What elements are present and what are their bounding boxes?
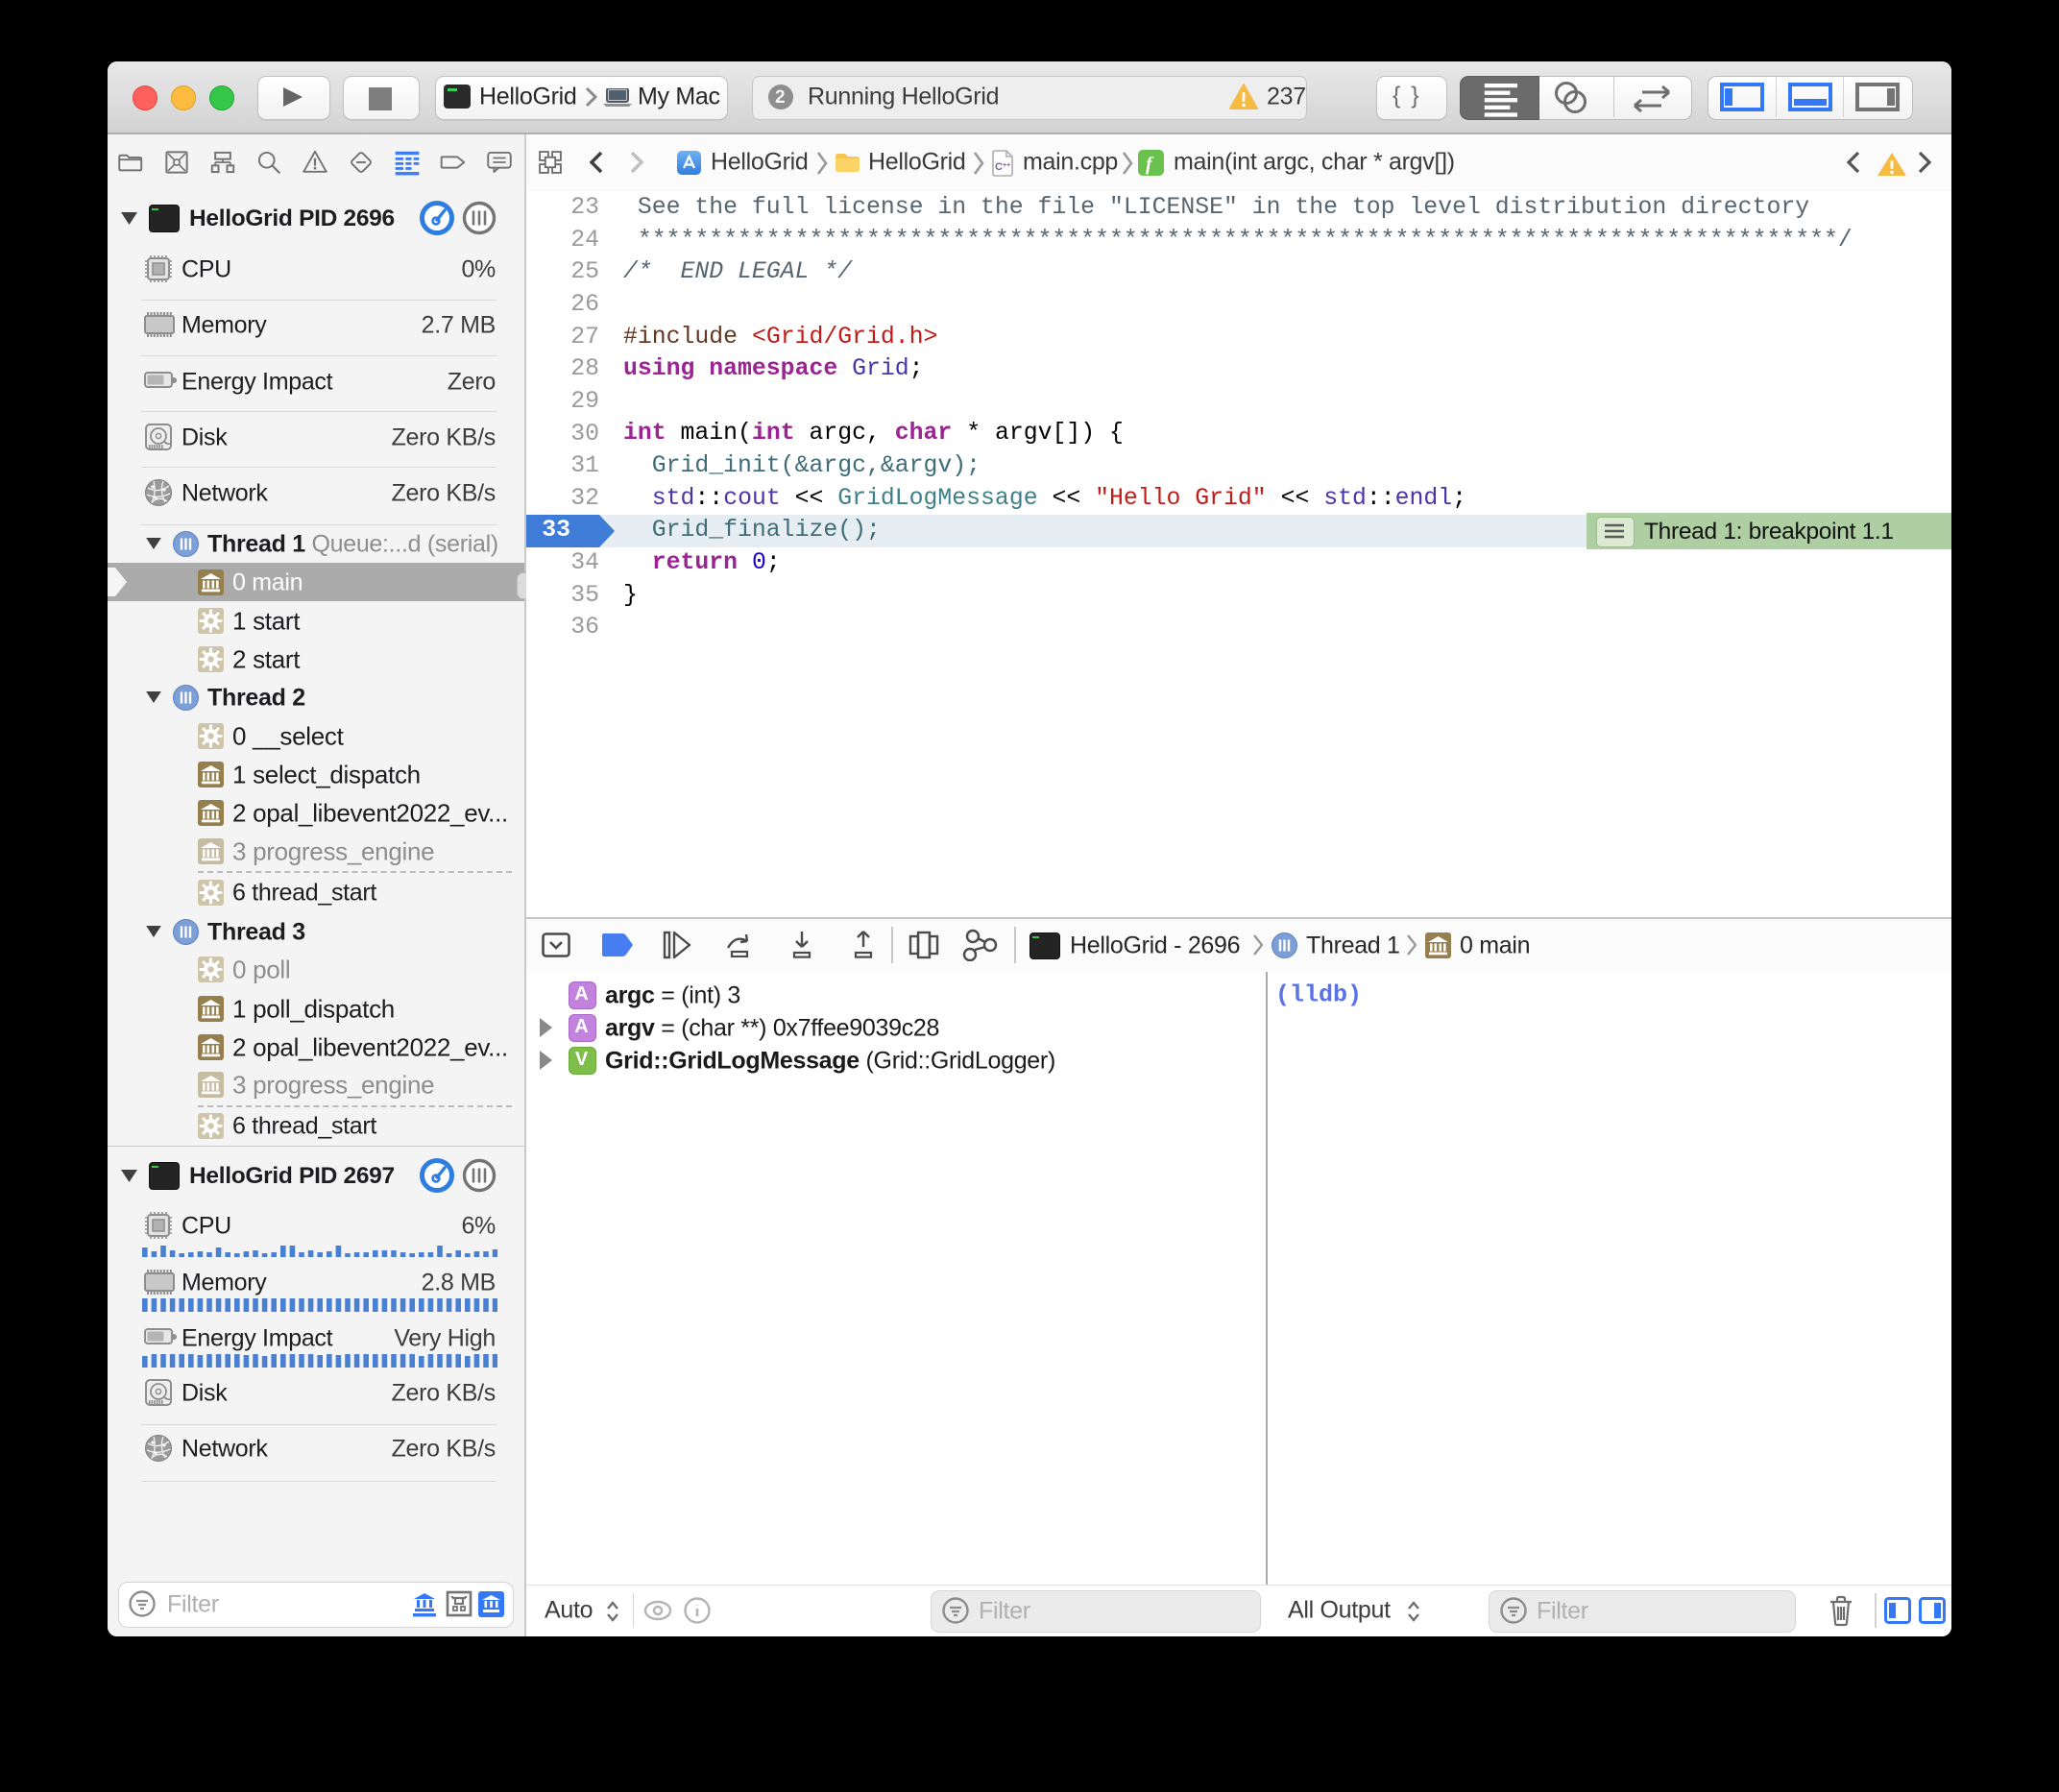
svg-text:C: C [995,161,1003,173]
svg-text:++: ++ [1003,162,1010,169]
